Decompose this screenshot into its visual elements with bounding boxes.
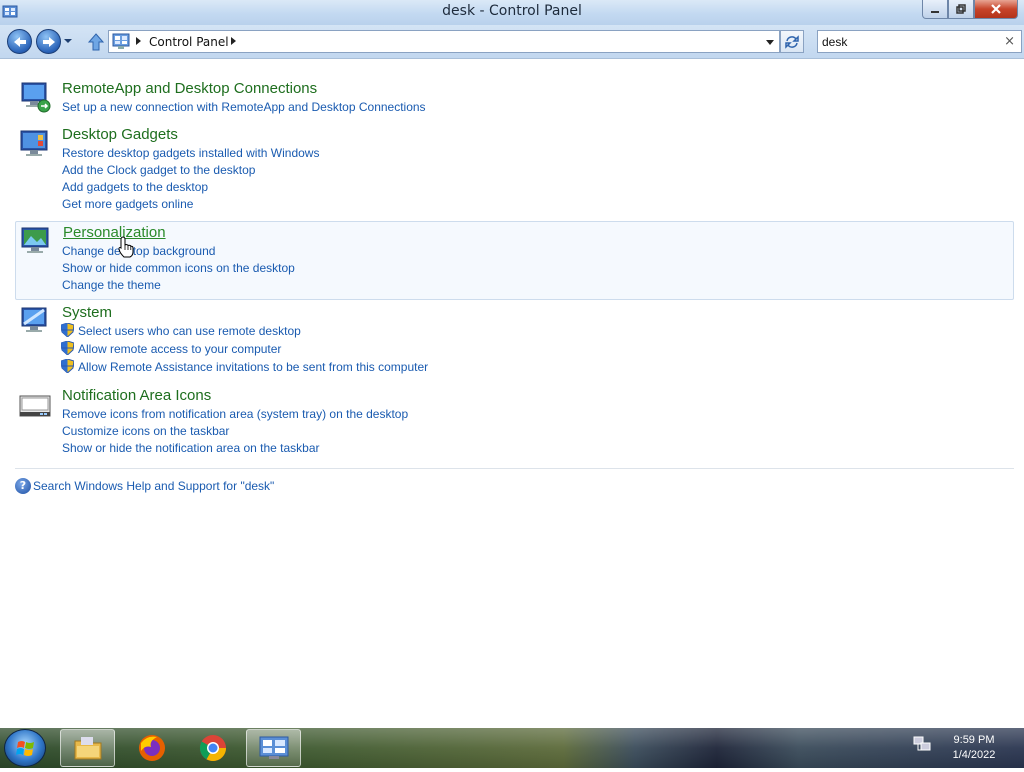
navigation-bar: Control Panel × xyxy=(0,25,1024,59)
result-group-notification-area: Notification Area Icons Remove icons fro… xyxy=(15,387,1014,457)
windows-logo-icon xyxy=(16,741,34,756)
taskbar: 9:59 PM 1/4/2022 xyxy=(0,728,1024,768)
control-panel-icon xyxy=(112,33,130,49)
task-link[interactable]: Change the theme xyxy=(62,278,161,292)
task-link[interactable]: Allow remote access to your computer xyxy=(78,342,281,356)
search-box[interactable]: × xyxy=(817,30,1022,53)
uac-shield-icon xyxy=(61,341,74,355)
minimize-button[interactable] xyxy=(922,0,948,19)
close-button[interactable] xyxy=(974,0,1018,19)
remoteapp-icon xyxy=(21,82,51,113)
start-button[interactable] xyxy=(4,729,46,767)
task-link[interactable]: Add the Clock gadget to the desktop xyxy=(62,163,255,177)
breadcrumb-arrow-icon[interactable] xyxy=(231,37,236,45)
title-bar: desk - Control Panel xyxy=(0,0,1024,25)
result-group-personalization: Personalization Change desktop backgroun… xyxy=(15,221,1014,300)
result-group-desktop-gadgets: Desktop Gadgets Restore desktop gadgets … xyxy=(15,126,1014,211)
group-title[interactable]: Desktop Gadgets xyxy=(62,126,178,143)
taskbar-control-panel[interactable] xyxy=(246,729,301,767)
system-icon xyxy=(21,307,47,332)
uac-shield-icon xyxy=(61,323,74,337)
help-icon: ? xyxy=(15,478,31,494)
task-link[interactable]: Set up a new connection with RemoteApp a… xyxy=(62,100,426,114)
help-search-text[interactable]: Search Windows Help and Support for "des… xyxy=(33,479,274,493)
uac-shield-icon xyxy=(61,359,74,373)
system-clock[interactable]: 9:59 PM 1/4/2022 xyxy=(944,733,1004,763)
group-title[interactable]: RemoteApp and Desktop Connections xyxy=(62,80,317,97)
back-button[interactable] xyxy=(7,29,32,54)
personalization-icon xyxy=(21,227,49,253)
forward-button[interactable] xyxy=(36,29,61,54)
group-title[interactable]: System xyxy=(62,304,112,321)
recent-pages-dropdown[interactable] xyxy=(63,38,73,44)
clock-time: 9:59 PM xyxy=(953,734,995,746)
refresh-button[interactable] xyxy=(780,30,804,53)
hand-cursor-icon xyxy=(118,236,134,258)
restore-icon xyxy=(956,4,966,14)
chrome-icon xyxy=(199,735,226,762)
group-title[interactable]: Personalization xyxy=(63,224,166,241)
breadcrumb-control-panel[interactable]: Control Panel xyxy=(149,35,229,49)
group-title[interactable]: Notification Area Icons xyxy=(62,387,211,404)
address-dropdown-icon[interactable] xyxy=(766,40,774,45)
task-link[interactable]: Change desktop background xyxy=(62,244,215,258)
taskbar-file-explorer[interactable] xyxy=(60,729,115,767)
window-title: desk - Control Panel xyxy=(442,3,582,19)
task-link[interactable]: Customize icons on the taskbar xyxy=(62,424,229,438)
task-link[interactable]: Show or hide common icons on the desktop xyxy=(62,261,295,275)
task-link[interactable]: Allow Remote Assistance invitations to b… xyxy=(78,360,428,374)
forward-arrow-icon xyxy=(42,36,55,47)
task-link[interactable]: Restore desktop gadgets installed with W… xyxy=(62,146,319,160)
notification-area-icon xyxy=(19,395,51,417)
minimize-icon xyxy=(931,11,939,13)
file-explorer-icon xyxy=(74,737,101,760)
taskbar-firefox[interactable] xyxy=(124,729,179,767)
restore-button[interactable] xyxy=(948,0,974,19)
network-icon[interactable] xyxy=(912,734,932,754)
task-link[interactable]: Remove icons from notification area (sys… xyxy=(62,407,408,421)
refresh-icon xyxy=(785,34,799,49)
back-arrow-icon xyxy=(13,36,26,47)
result-group-system: System Select users who can use remote d… xyxy=(15,304,1014,376)
up-arrow-icon[interactable] xyxy=(86,32,106,52)
divider xyxy=(15,468,1014,469)
results-pane: RemoteApp and Desktop Connections Set up… xyxy=(0,60,1024,728)
breadcrumb-arrow-icon[interactable] xyxy=(136,37,141,45)
address-bar[interactable]: Control Panel xyxy=(108,30,780,53)
result-group-remoteapp: RemoteApp and Desktop Connections Set up… xyxy=(15,80,1014,120)
window-controls xyxy=(922,0,1018,19)
task-link[interactable]: Add gadgets to the desktop xyxy=(62,180,208,194)
clear-search-icon[interactable]: × xyxy=(1004,34,1015,49)
taskbar-chrome[interactable] xyxy=(185,729,240,767)
task-link[interactable]: Get more gadgets online xyxy=(62,197,193,211)
task-link[interactable]: Show or hide the notification area on th… xyxy=(62,441,320,455)
search-input[interactable] xyxy=(822,34,992,50)
task-link[interactable]: Select users who can use remote desktop xyxy=(78,324,301,338)
firefox-icon xyxy=(138,735,165,761)
control-panel-icon xyxy=(259,736,288,759)
gadgets-icon xyxy=(20,130,48,156)
close-icon xyxy=(991,4,1001,14)
clock-date: 1/4/2022 xyxy=(952,749,996,761)
